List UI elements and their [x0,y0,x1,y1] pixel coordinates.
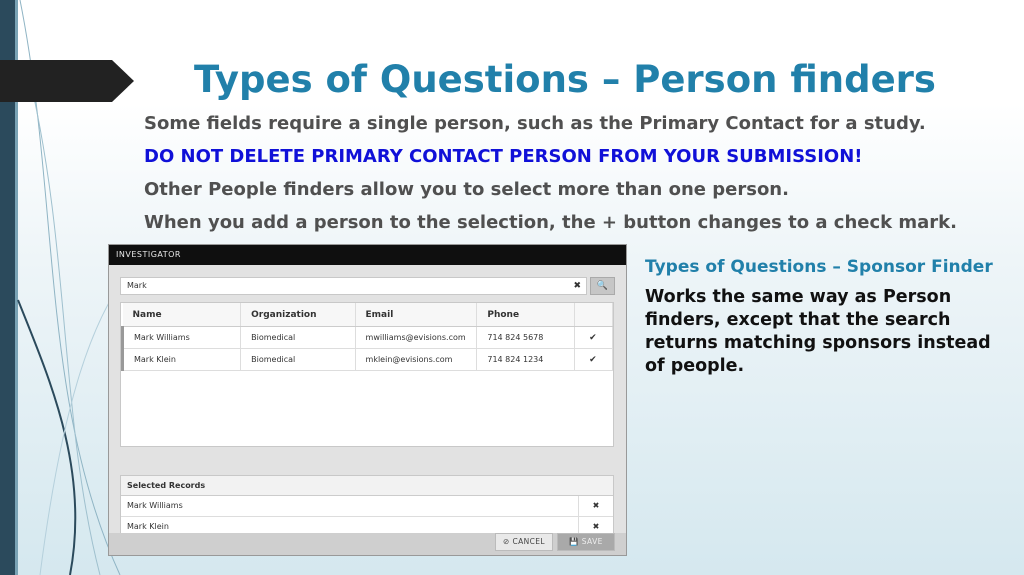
results-table-panel: Name Organization Email Phone Mark Willi… [120,302,614,447]
sponsor-finder-text: Works the same way as Person finders, ex… [645,287,991,376]
search-value: Mark [127,281,147,290]
check-mark-icon[interactable]: ✔ [574,348,614,371]
bullet-item: When you add a person to the selection, … [113,212,1013,245]
table-header-row: Name Organization Email Phone [122,303,614,327]
cell-organization: Biomedical [240,348,356,371]
column-header-name[interactable]: Name [122,303,242,327]
selected-record-name: Mark Williams [127,501,183,510]
bullet-list: Some fields require a single person, suc… [113,113,1013,245]
table-row[interactable]: Mark Williams Biomedical mwilliams@evisi… [120,326,614,349]
bullet-icon [113,212,144,214]
selected-record-name: Mark Klein [127,522,169,531]
bullet-item: Some fields require a single person, suc… [113,113,1013,146]
bullet-text: Some fields require a single person, suc… [144,113,926,134]
bullet-icon [113,146,144,148]
bullet-text: DO NOT DELETE PRIMARY CONTACT PERSON FRO… [144,146,863,167]
dialog-body: Mark ✖ 🔍 Name Organization Email Phone M… [109,265,626,538]
cell-phone: 714 824 5678 [476,326,575,349]
cell-name: Mark Klein [120,348,242,371]
column-header-phone[interactable]: Phone [476,303,575,327]
bullet-item-warning: DO NOT DELETE PRIMARY CONTACT PERSON FRO… [113,146,1013,179]
investigator-dialog: INVESTIGATOR Mark ✖ 🔍 Name Organization … [108,244,627,556]
slide-title: Types of Questions – Person finders [194,58,936,101]
sponsor-finder-note: Types of Questions – Sponsor Finder Work… [645,257,1015,378]
selected-record-item: Mark Williams ✖ [121,496,613,517]
bullet-icon [113,113,144,115]
check-mark-icon[interactable]: ✔ [574,326,614,349]
bullet-item: Other People finders allow you to select… [113,179,1013,212]
results-table: Name Organization Email Phone Mark Willi… [120,303,614,371]
title-arrow-tab [0,60,134,102]
column-header-email[interactable]: Email [355,303,478,327]
clear-search-icon[interactable]: ✖ [573,278,581,294]
cell-email: mklein@evisions.com [355,348,478,371]
search-input[interactable]: Mark ✖ [120,277,587,295]
bullet-text: Other People finders allow you to select… [144,179,789,200]
bullet-icon [113,179,144,181]
cancel-button[interactable]: ⊘ CANCEL [495,533,553,551]
selected-records-header: Selected Records [121,476,613,496]
dialog-header: INVESTIGATOR [109,245,626,265]
remove-icon[interactable]: ✖ [578,496,613,516]
sponsor-finder-title: Types of Questions – Sponsor Finder [645,257,993,277]
table-row[interactable]: Mark Klein Biomedical mklein@evisions.co… [120,348,614,371]
dialog-footer: ⊘ CANCEL 💾 SAVE [109,533,626,555]
cell-name: Mark Williams [120,326,242,349]
bullet-text: When you add a person to the selection, … [144,212,957,233]
cell-email: mwilliams@evisions.com [355,326,478,349]
search-icon: 🔍 [596,281,609,291]
column-header-action [574,303,614,327]
column-header-organization[interactable]: Organization [240,303,356,327]
cell-organization: Biomedical [240,326,356,349]
search-button[interactable]: 🔍 [590,277,615,295]
save-button[interactable]: 💾 SAVE [557,533,615,551]
selected-records-panel: Selected Records Mark Williams ✖ Mark Kl… [120,475,614,538]
cell-phone: 714 824 1234 [476,348,575,371]
